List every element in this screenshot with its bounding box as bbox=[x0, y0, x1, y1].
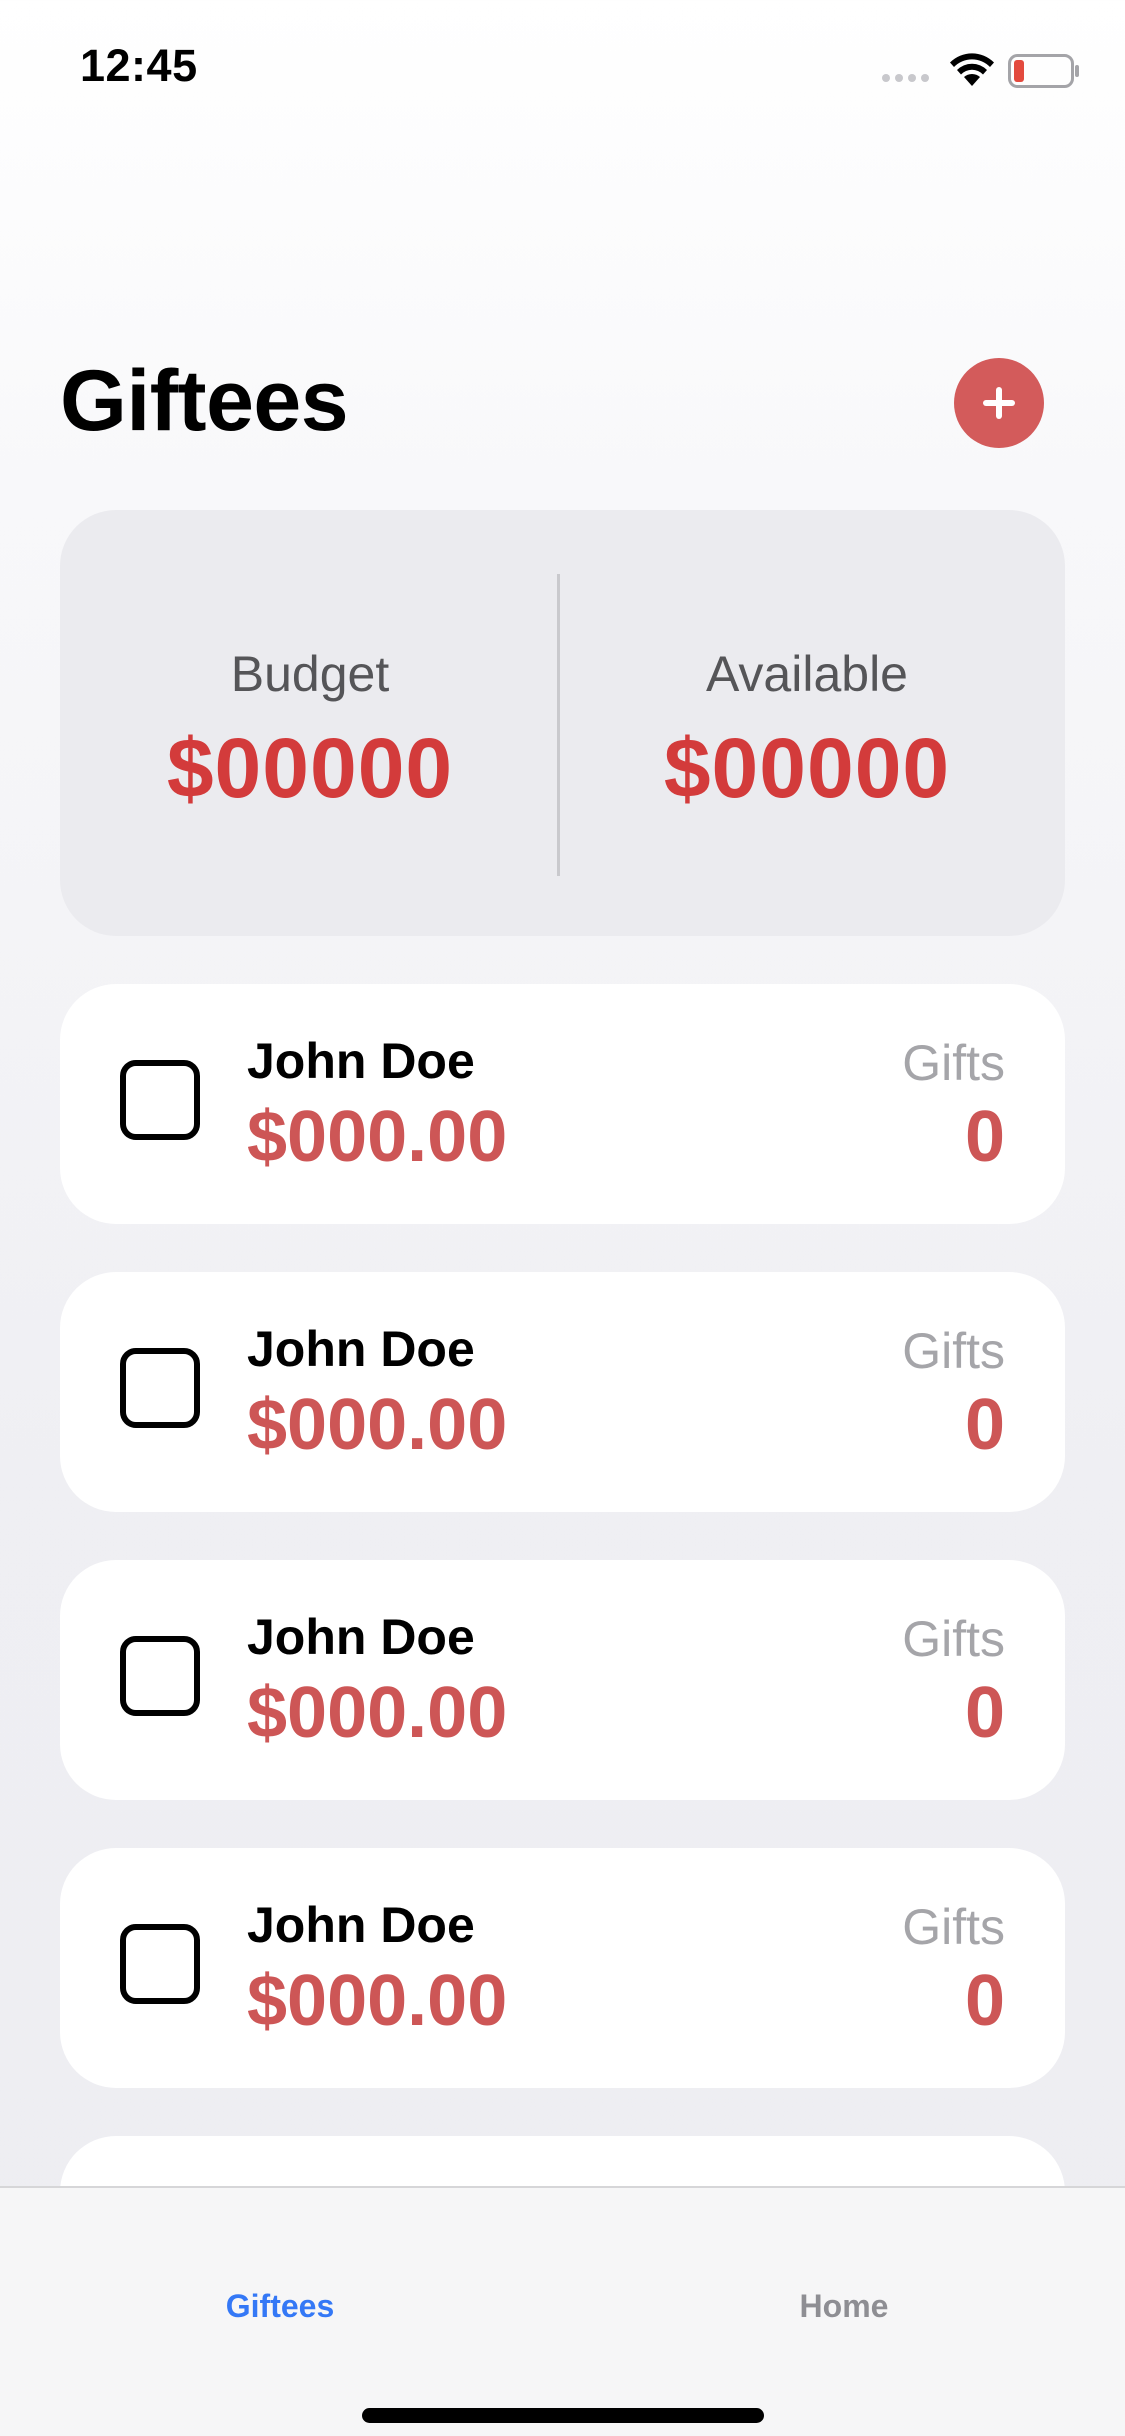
available-value: $00000 bbox=[663, 721, 951, 815]
giftee-checkbox[interactable] bbox=[120, 1924, 200, 2004]
gifts-label: Gifts bbox=[902, 1611, 1005, 1667]
giftee-name: John Doe bbox=[247, 1897, 475, 1953]
available-label: Available bbox=[705, 646, 908, 702]
available-section: Available $00000 bbox=[557, 510, 1057, 936]
giftee-name: John Doe bbox=[247, 1609, 475, 1665]
home-indicator bbox=[362, 2408, 764, 2423]
wifi-icon bbox=[950, 53, 994, 86]
giftee-name: John Doe bbox=[247, 1033, 475, 1089]
tab-bar: Giftees Home bbox=[0, 2186, 1125, 2436]
page-title: Giftees bbox=[60, 353, 349, 449]
signal-icon bbox=[882, 74, 929, 82]
giftee-row[interactable]: John Doe $000.00 Gifts 0 bbox=[60, 1560, 1065, 1800]
gifts-label: Gifts bbox=[902, 1035, 1005, 1091]
giftee-amount: $000.00 bbox=[247, 1673, 508, 1753]
status-bar: 12:45 bbox=[0, 0, 1125, 140]
giftee-row[interactable]: John Doe $000.00 Gifts 0 bbox=[60, 1848, 1065, 2088]
giftee-checkbox[interactable] bbox=[120, 1636, 200, 1716]
giftee-row[interactable]: John Doe $000.00 Gifts 0 bbox=[60, 1272, 1065, 1512]
budget-label: Budget bbox=[230, 646, 390, 702]
giftee-amount: $000.00 bbox=[247, 1097, 508, 1177]
giftee-row[interactable]: John Doe $000.00 Gifts 0 bbox=[60, 984, 1065, 1224]
gifts-count: 0 bbox=[964, 1385, 1005, 1465]
status-time: 12:45 bbox=[80, 40, 198, 91]
plus-icon bbox=[983, 387, 1015, 419]
tab-giftees[interactable]: Giftees bbox=[130, 2288, 430, 2325]
budget-summary-card: Budget $00000 Available $00000 bbox=[60, 510, 1065, 936]
add-giftee-button[interactable] bbox=[954, 358, 1044, 448]
budget-value: $00000 bbox=[166, 721, 454, 815]
giftee-amount: $000.00 bbox=[247, 1961, 508, 2041]
giftee-name: John Doe bbox=[247, 1321, 475, 1377]
gifts-count: 0 bbox=[964, 1673, 1005, 1753]
giftee-checkbox[interactable] bbox=[120, 1060, 200, 1140]
battery-icon bbox=[1008, 54, 1079, 88]
gifts-count: 0 bbox=[964, 1097, 1005, 1177]
gifts-label: Gifts bbox=[902, 1899, 1005, 1955]
gifts-label: Gifts bbox=[902, 1323, 1005, 1379]
gifts-count: 0 bbox=[964, 1961, 1005, 2041]
budget-section: Budget $00000 bbox=[60, 510, 560, 936]
tab-home[interactable]: Home bbox=[694, 2288, 994, 2325]
giftee-amount: $000.00 bbox=[247, 1385, 508, 1465]
giftee-checkbox[interactable] bbox=[120, 1348, 200, 1428]
